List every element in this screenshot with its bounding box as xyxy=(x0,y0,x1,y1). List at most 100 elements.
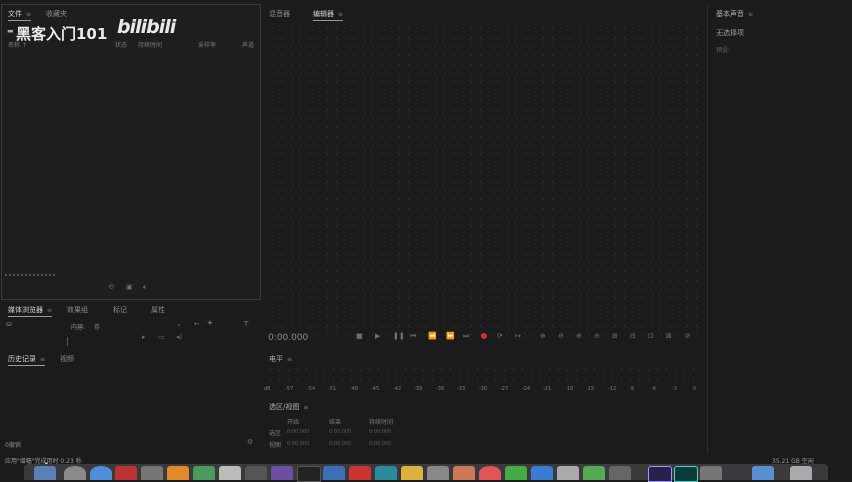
panel-menu-icon[interactable]: ≡ xyxy=(40,356,45,363)
app-icon[interactable] xyxy=(245,466,267,480)
preset-label: 预设: xyxy=(716,47,731,54)
zoom-in-point-icon[interactable]: ⊞ xyxy=(612,332,618,340)
column-name[interactable]: 名称 ↑ xyxy=(8,40,27,49)
app-icon[interactable] xyxy=(141,466,163,480)
content-label: 内容: xyxy=(71,324,86,331)
delete-history-icon[interactable]: ⚙ xyxy=(247,438,253,446)
panel-menu-icon[interactable]: ≡ xyxy=(287,356,292,363)
app-icon[interactable] xyxy=(349,466,371,480)
content-value[interactable]: 卷 xyxy=(94,322,100,331)
tab-files[interactable]: 文件 ≡ xyxy=(8,9,32,21)
zoom-in-time-icon[interactable]: ⊕ xyxy=(576,332,582,340)
record-button[interactable] xyxy=(481,333,487,339)
zoom-fit-icon[interactable]: ⊠ xyxy=(666,332,672,340)
app-icon[interactable] xyxy=(193,466,215,480)
pause-icon[interactable]: ❚❚ xyxy=(393,332,405,340)
zoom-out-time-icon[interactable]: ⊖ xyxy=(594,332,600,340)
zoom-selection-icon[interactable]: ⊡ xyxy=(648,332,654,340)
app-icon[interactable] xyxy=(453,466,475,480)
preview-volume-icon[interactable]: ◂) xyxy=(176,333,182,341)
back-icon[interactable]: ← xyxy=(194,320,200,328)
panel-menu-icon[interactable]: ≡ xyxy=(748,11,753,18)
panel-menu-icon[interactable]: ≡ xyxy=(338,11,343,18)
column-duration[interactable]: 持续时间 xyxy=(138,40,162,49)
app-icon[interactable] xyxy=(609,466,631,480)
editor-waveform-area[interactable] xyxy=(269,24,705,336)
downloads-icon[interactable] xyxy=(752,466,774,480)
zoom-all-icon[interactable]: ⊘ xyxy=(685,332,691,340)
tab-video[interactable]: 视频 xyxy=(60,354,74,364)
view-end[interactable]: 0:00.000 xyxy=(329,441,351,447)
app-icon[interactable] xyxy=(427,466,449,480)
splitter-handle[interactable] xyxy=(67,337,68,346)
zoom-out-full-icon[interactable]: ⊟ xyxy=(630,332,636,340)
launchpad-icon[interactable] xyxy=(64,466,86,480)
panel-menu-icon[interactable]: ≡ xyxy=(26,11,31,18)
app-icon[interactable] xyxy=(115,466,137,480)
skip-end-icon[interactable]: ⏭ xyxy=(463,332,469,341)
rewind-icon[interactable]: ⏪ xyxy=(428,332,437,340)
view-duration[interactable]: 0:00.000 xyxy=(369,441,391,447)
level-tick: -36 xyxy=(436,386,445,392)
level-tick: dB xyxy=(264,386,271,392)
tab-properties[interactable]: 属性 xyxy=(151,305,165,315)
fast-forward-icon[interactable]: ⏩ xyxy=(446,332,455,340)
tab-mixer[interactable]: 混音器 xyxy=(269,9,290,19)
app-icon[interactable] xyxy=(323,466,345,480)
tab-effects-group[interactable]: 效果组 xyxy=(67,305,88,315)
app-icon[interactable] xyxy=(700,466,722,480)
tab-editor[interactable]: 编辑器 ≡ xyxy=(313,9,344,21)
app-icon[interactable] xyxy=(505,466,527,480)
filter-icon[interactable]: ⊤ xyxy=(243,320,249,328)
add-icon[interactable]: + xyxy=(207,319,213,327)
finder-icon[interactable] xyxy=(34,466,56,480)
selection-end[interactable]: 0:00.000 xyxy=(329,429,351,435)
export-icon[interactable]: ▣ xyxy=(126,283,133,291)
level-meter xyxy=(266,366,702,382)
panel-menu-icon[interactable]: ≡ xyxy=(47,307,52,314)
app-icon[interactable] xyxy=(479,466,501,480)
loop-icon[interactable]: ⟲ xyxy=(108,283,114,291)
column-channels[interactable]: 声道 xyxy=(242,40,254,49)
tab-favorites[interactable]: 收藏夹 xyxy=(46,9,67,19)
app-icon[interactable] xyxy=(167,466,189,480)
trash-icon[interactable] xyxy=(790,466,812,480)
level-tick: -21 xyxy=(543,386,552,392)
volume-icon[interactable]: 🔈︎ xyxy=(143,283,147,292)
folder-icon: ▬ xyxy=(7,27,14,35)
selection-duration[interactable]: 0:00.000 xyxy=(369,429,391,435)
time-display: 0:00.000 xyxy=(268,333,309,343)
play-icon[interactable]: ▶ xyxy=(375,332,380,340)
loop-playback-icon[interactable]: ⟳ xyxy=(497,332,503,340)
zoom-out-amp-icon[interactable]: ⊖ xyxy=(558,332,564,340)
level-tick: 0 xyxy=(693,386,697,392)
app-icon[interactable] xyxy=(375,466,397,480)
zoom-in-amp-icon[interactable]: ⊕ xyxy=(540,332,546,340)
auto-play-icon[interactable]: ▭ xyxy=(158,333,165,341)
chevron-down-icon[interactable]: ⌄ xyxy=(176,320,182,328)
play-preview-icon[interactable]: ▸ xyxy=(142,333,146,341)
app-icon[interactable] xyxy=(531,466,553,480)
bilibili-logo: bilibili xyxy=(117,16,176,38)
skip-start-icon[interactable]: ⏮ xyxy=(410,332,416,341)
tab-history[interactable]: 历史记录 ≡ xyxy=(8,354,46,366)
app-icon[interactable] xyxy=(219,466,241,480)
tab-markers[interactable]: 标记 xyxy=(113,305,127,315)
app-icon[interactable] xyxy=(583,466,605,480)
stop-icon[interactable]: ■ xyxy=(356,332,363,340)
drive-icon[interactable]: ⛀ xyxy=(6,320,12,328)
view-start[interactable]: 0:00.000 xyxy=(287,441,309,447)
files-scrollbar[interactable] xyxy=(5,274,57,276)
safari-icon[interactable] xyxy=(90,466,112,480)
column-status[interactable]: 状态 xyxy=(115,40,127,49)
tab-media-browser[interactable]: 媒体浏览器 ≡ xyxy=(8,305,53,317)
column-samplerate[interactable]: 采样率 xyxy=(198,40,216,49)
app-icon[interactable] xyxy=(401,466,423,480)
app-icon[interactable] xyxy=(557,466,579,480)
panel-menu-icon[interactable]: ≡ xyxy=(303,404,308,411)
undo-count: 0撤销 xyxy=(5,442,21,449)
level-tick: -45 xyxy=(371,386,380,392)
app-icon[interactable] xyxy=(271,466,293,480)
skip-selection-icon[interactable]: ↦ xyxy=(515,332,521,340)
selection-start[interactable]: 0:00.000 xyxy=(287,429,309,435)
